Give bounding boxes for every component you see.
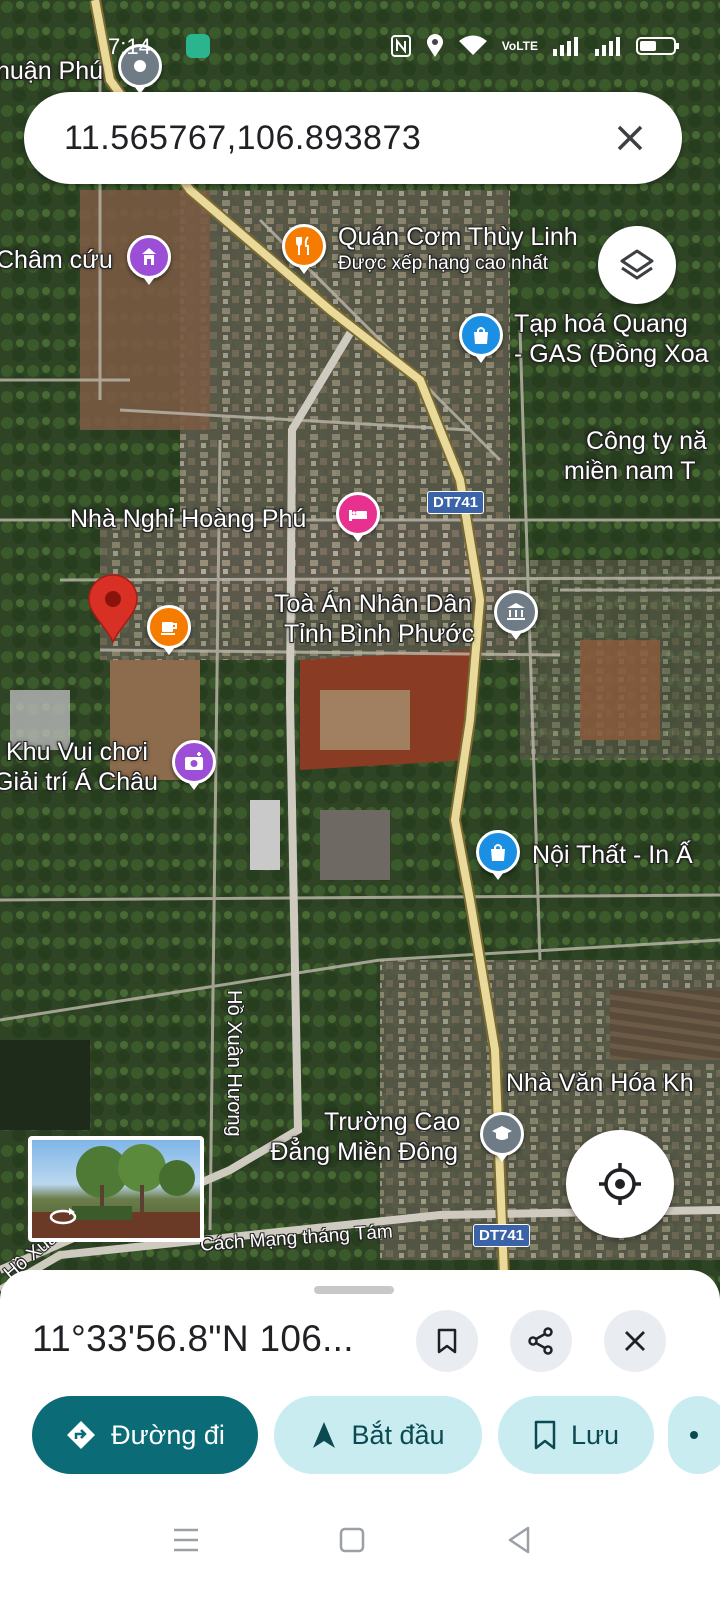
place-marker-shop-tap-hoa[interactable]: [459, 313, 503, 363]
clear-search-button[interactable]: [600, 108, 660, 168]
start-navigation-button[interactable]: Bắt đầu: [274, 1396, 482, 1474]
road-label-ho-xuan-huong: Hồ Xuân Hương: [223, 990, 245, 1137]
status-bar: 7:14 VoLTE: [0, 0, 720, 90]
place-marker-school[interactable]: [480, 1112, 524, 1162]
home-icon[interactable]: [332, 1520, 372, 1560]
place-label-noi-that[interactable]: Nội Thất - In Ấ: [532, 841, 693, 871]
place-label-toa-an[interactable]: Toà Án Nhân Dân Tỉnh Bình Phước: [274, 590, 474, 649]
place-label-truong-cao-dang[interactable]: Trường Cao Đẳng Miền Đông: [268, 1108, 460, 1167]
bed-icon: [349, 510, 367, 521]
place-marker-cafe[interactable]: [147, 605, 191, 655]
coffee-cup-icon: [161, 622, 177, 635]
sheet-drag-handle[interactable]: [314, 1286, 394, 1294]
place-label-cong-ty[interactable]: Công ty nă miền nam T: [564, 427, 707, 486]
location-icon: [426, 34, 443, 57]
place-label-nha-nghi-hoang-phu[interactable]: Nhà Nghỉ Hoàng Phú: [70, 505, 306, 535]
map-imagery: [0, 0, 720, 1300]
place-label-tap-hoa-quang[interactable]: Tạp hoá Quang - GAS (Đồng Xoa: [514, 310, 709, 369]
start-label: Bắt đầu: [351, 1419, 445, 1450]
save-label: Lưu: [570, 1419, 620, 1450]
nfc-icon: [390, 35, 411, 57]
place-marker-amusement[interactable]: [172, 740, 216, 790]
bookmark-icon: [534, 1420, 556, 1450]
system-navigation-bar: [0, 1490, 720, 1600]
crosshair-icon: [599, 1163, 641, 1205]
place-marker-hotel[interactable]: [336, 492, 380, 542]
directions-button[interactable]: Đường đi: [32, 1396, 258, 1474]
back-icon[interactable]: [500, 1520, 540, 1560]
directions-label: Đường đi: [111, 1419, 225, 1450]
more-actions-button[interactable]: [668, 1396, 720, 1474]
wifi-icon: [458, 35, 487, 55]
temple-icon: [142, 248, 156, 265]
road-shield-dt741: DT741: [427, 491, 485, 514]
place-label-quan-com-thuy-linh[interactable]: Quán Cơm Thùy Linh Được xếp hạng cao nhất: [338, 223, 578, 275]
search-query[interactable]: 11.565767,106.893873: [64, 119, 600, 158]
signal-icon: [595, 37, 620, 56]
signal-icon: [553, 37, 578, 56]
status-icons: VoLTE: [390, 34, 680, 58]
volte-label: VoLTE: [501, 39, 538, 53]
place-label-cham-cuu[interactable]: Châm cứu: [0, 246, 113, 276]
more-dot-icon: [690, 1431, 698, 1439]
street-view-thumbnail[interactable]: [28, 1136, 204, 1242]
courthouse-icon: [507, 603, 525, 620]
share-icon: [528, 1327, 553, 1355]
status-time: 7:14: [108, 34, 151, 59]
place-label-nha-van-hoa[interactable]: Nhà Văn Hóa Kh: [506, 1069, 694, 1099]
place-coordinates-title: 11°33'56.8"N 106...: [32, 1318, 354, 1359]
close-icon: [617, 125, 643, 151]
battery-icon: [636, 37, 679, 55]
road-shield-dt741: DT741: [473, 1224, 531, 1247]
close-icon: [625, 1331, 645, 1351]
graduation-cap-icon: [492, 1126, 512, 1140]
dropped-pin-icon[interactable]: [86, 574, 140, 644]
satellite-map[interactable]: DT741 DT741 Hồ Xuân Hương Cách Mạng thán…: [0, 0, 720, 1300]
search-bar[interactable]: 11.565767,106.893873: [24, 92, 682, 184]
shopping-bag-icon: [491, 844, 505, 861]
save-bookmark-button[interactable]: [416, 1310, 478, 1372]
layers-icon: [620, 249, 654, 280]
place-marker-shop-noi-that[interactable]: [476, 830, 520, 880]
place-marker-government[interactable]: [494, 590, 538, 640]
place-label-khu-vui-choi[interactable]: Khu Vui chơi Giải trí Á Châu: [0, 738, 158, 797]
directions-icon: [67, 1421, 96, 1449]
camera-plus-icon: [185, 752, 203, 770]
bookmark-icon: [437, 1328, 457, 1354]
navigation-arrow-icon: [313, 1422, 336, 1448]
place-marker-cham-cuu[interactable]: [127, 235, 171, 285]
place-marker-restaurant[interactable]: [282, 224, 326, 274]
rotate-360-icon: [49, 1208, 77, 1225]
fork-knife-icon: [296, 236, 309, 255]
layers-button[interactable]: [598, 226, 676, 304]
save-button[interactable]: Lưu: [498, 1396, 654, 1474]
notification-app-icon: [186, 34, 210, 58]
my-location-button[interactable]: [566, 1130, 674, 1238]
share-button[interactable]: [510, 1310, 572, 1372]
close-sheet-button[interactable]: [604, 1310, 666, 1372]
recents-menu-icon[interactable]: [166, 1520, 206, 1560]
shopping-bag-icon: [474, 327, 488, 344]
